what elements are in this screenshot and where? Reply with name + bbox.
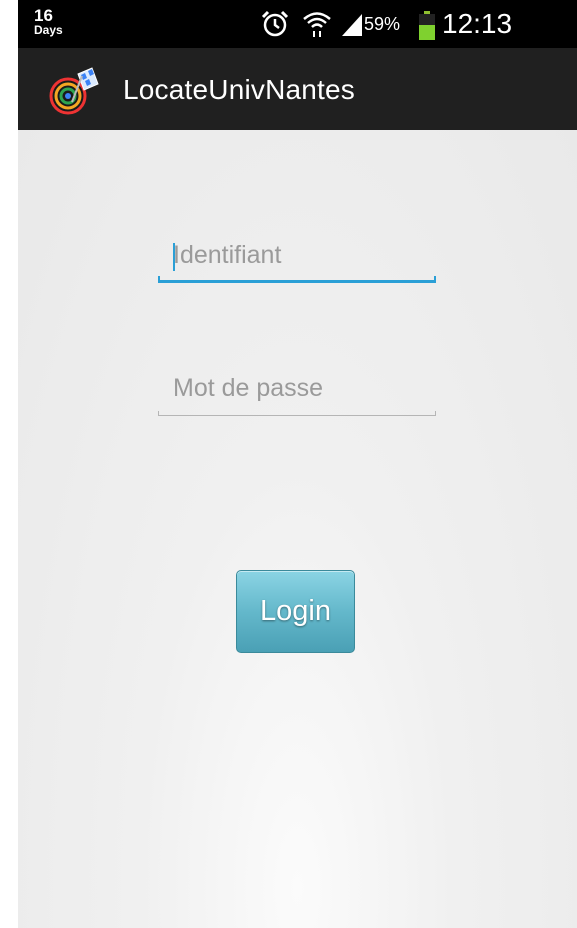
alarm-icon [261, 10, 289, 37]
login-form: Login [18, 130, 577, 928]
days-counter: 16 Days [34, 7, 74, 36]
text-caret [173, 243, 175, 271]
phone-screen: 16 Days 59% 12:13 LocateUnivNantes Ident… [18, 0, 577, 928]
identifiant-input[interactable] [158, 233, 436, 277]
app-title: LocateUnivNantes [123, 74, 355, 105]
app-logo-icon[interactable] [48, 66, 102, 116]
battery-fill [419, 25, 435, 40]
identifiant-underline [158, 280, 436, 283]
password-field [158, 366, 436, 416]
battery-percent: 59% [364, 14, 401, 34]
identifiant-field [158, 233, 436, 283]
wifi-icon [303, 12, 331, 37]
login-button[interactable]: Login [236, 570, 355, 653]
status-clock: 12:13 [442, 8, 513, 39]
password-underline [158, 415, 436, 416]
password-input[interactable] [158, 366, 436, 410]
action-bar: LocateUnivNantes [18, 48, 577, 130]
days-label: Days [34, 23, 63, 37]
status-bar: 16 Days 59% 12:13 [18, 0, 577, 48]
battery-icon [419, 11, 435, 40]
days-number: 16 [34, 6, 53, 25]
signal-icon [342, 14, 362, 36]
